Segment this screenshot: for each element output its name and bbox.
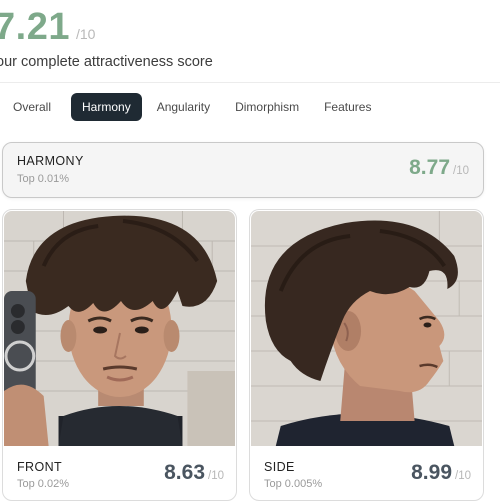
overall-score-denominator: /10 xyxy=(75,26,96,42)
tab-harmony[interactable]: Harmony xyxy=(71,93,142,121)
tab-bar: Overall Harmony Angularity Dimorphism Fe… xyxy=(4,93,387,121)
tab-overall[interactable]: Overall xyxy=(4,94,60,120)
harmony-score-denominator: /10 xyxy=(453,165,469,177)
side-title: SIDE xyxy=(264,460,295,474)
harmony-title: HARMONY xyxy=(17,154,84,168)
harmony-rank: Top 0.01% xyxy=(17,173,69,185)
harmony-score-card[interactable]: HARMONY Top 0.01% 8.77 /10 xyxy=(2,142,484,198)
side-score-denominator: /10 xyxy=(455,470,471,482)
page-subtitle: our complete attractiveness score xyxy=(0,54,213,70)
side-score-value: 8.99 xyxy=(411,461,452,484)
front-score-card[interactable]: FRONT Top 0.02% 8.63 /10 xyxy=(2,209,237,501)
tab-dimorphism[interactable]: Dimorphism xyxy=(226,94,308,120)
overall-score-value: 7.21 xyxy=(0,6,70,48)
side-score: 8.99 /10 xyxy=(411,461,471,485)
front-score-denominator: /10 xyxy=(208,470,224,482)
front-score-value: 8.63 xyxy=(164,461,205,484)
side-profile-photo xyxy=(251,211,482,446)
overall-score: 7.21 /10 xyxy=(0,6,95,49)
harmony-score-value: 8.77 xyxy=(409,156,450,179)
front-rank: Top 0.02% xyxy=(17,478,69,490)
side-rank: Top 0.005% xyxy=(264,478,323,490)
tab-features[interactable]: Features xyxy=(315,94,380,120)
front-score: 8.63 /10 xyxy=(164,461,224,485)
tab-angularity[interactable]: Angularity xyxy=(148,94,219,120)
harmony-score: 8.77 /10 xyxy=(409,156,469,180)
header-divider xyxy=(0,82,500,83)
side-score-card[interactable]: SIDE Top 0.005% 8.99 /10 xyxy=(249,209,484,501)
front-face-photo xyxy=(4,211,235,446)
front-title: FRONT xyxy=(17,460,63,474)
